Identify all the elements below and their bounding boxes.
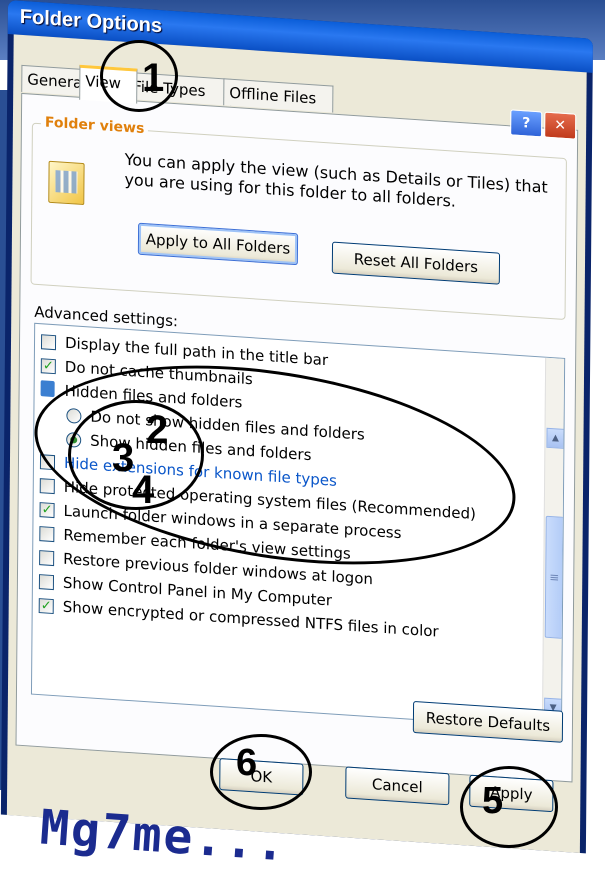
- reset-all-folders-button[interactable]: Reset All Folders: [331, 241, 501, 285]
- apply-to-all-folders-button[interactable]: Apply to All Folders: [137, 222, 299, 266]
- folder-icon: [48, 160, 85, 206]
- checkbox-checked[interactable]: ✓: [38, 598, 54, 615]
- annotation-circle-6: [210, 734, 312, 810]
- close-button[interactable]: ✕: [544, 111, 577, 140]
- folder-views-legend: Folder views: [40, 114, 149, 138]
- annotation-marker-4: 4: [132, 468, 155, 512]
- folder-icon: [40, 380, 55, 398]
- folder-views-group: Folder views You can apply the view (suc…: [30, 114, 567, 321]
- window-title: Folder Options: [19, 5, 163, 38]
- annotation-circle-5: [460, 766, 558, 848]
- checkbox[interactable]: [38, 574, 55, 591]
- cancel-button[interactable]: Cancel: [345, 766, 450, 806]
- annotation-marker-6: 6: [236, 742, 258, 784]
- annotation-marker-2: 2: [146, 408, 169, 452]
- annotation-marker-5: 5: [482, 780, 504, 822]
- help-button[interactable]: ?: [510, 109, 543, 138]
- checkbox-checked[interactable]: ✓: [40, 358, 56, 375]
- checkbox-checked[interactable]: ✓: [39, 502, 55, 519]
- checkbox[interactable]: [39, 478, 55, 495]
- checkbox[interactable]: [39, 550, 55, 567]
- checkbox[interactable]: [39, 526, 55, 543]
- list-scrollbar[interactable]: ▲ ≡ ▼: [541, 357, 565, 729]
- annotation-marker-3: 3: [112, 436, 135, 480]
- annotation-circle-1: [100, 40, 178, 112]
- scroll-thumb[interactable]: ≡: [544, 515, 564, 639]
- scroll-up-icon[interactable]: ▲: [546, 427, 565, 449]
- annotation-marker-1: 1: [142, 56, 165, 100]
- folder-views-text: You can apply the view (such as Details …: [124, 149, 548, 211]
- checkbox[interactable]: [40, 334, 57, 351]
